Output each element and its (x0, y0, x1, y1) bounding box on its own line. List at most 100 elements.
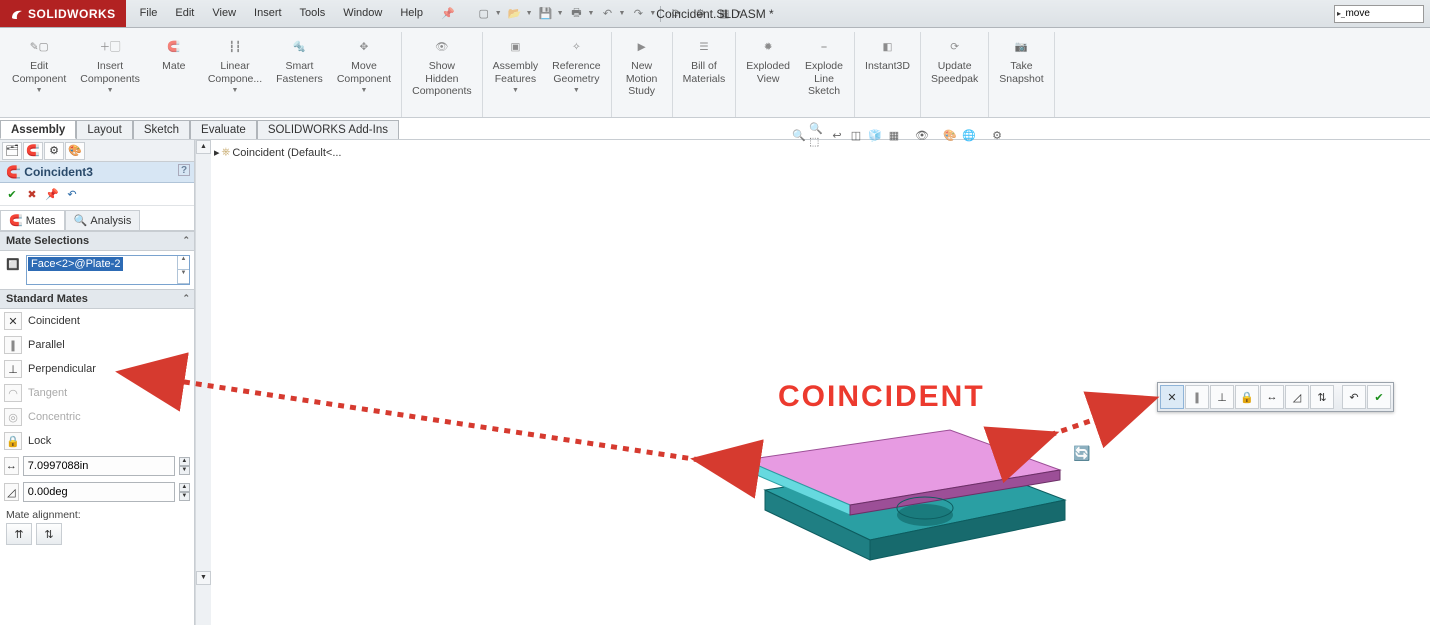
angle-row: ◿ ▲▼ (0, 479, 194, 505)
hide-show-icon[interactable]: 👁 (913, 126, 931, 144)
ok-icon[interactable]: ✔ (4, 186, 20, 202)
take-snapshot-button[interactable]: 📷Take Snapshot (995, 34, 1047, 115)
standard-mates-list: ✕Coincident ∥Parallel ⊥Perpendicular ◠Ta… (0, 309, 194, 453)
appearance-icon[interactable]: 🎨 (941, 126, 959, 144)
mate-tangent[interactable]: ◠Tangent (0, 381, 194, 405)
ctx-flip-icon[interactable]: ⇅ (1310, 385, 1334, 409)
command-search[interactable]: ▸_ (1334, 5, 1424, 23)
update-speedpak-button[interactable]: ⟳Update Speedpak (927, 34, 982, 115)
scroll-up-icon[interactable]: ▲ (196, 140, 211, 154)
view-settings-icon[interactable]: ⚙ (988, 126, 1006, 144)
smart-fasteners-button[interactable]: 🔩Smart Fasteners (272, 34, 327, 115)
tree-root-label[interactable]: Coincident (Default<... (232, 147, 341, 159)
align-same-icon[interactable]: ⇈ (6, 523, 32, 545)
new-motion-study-button[interactable]: ▶New Motion Study (618, 34, 666, 115)
property-manager-tab-icon[interactable]: 🧲 (23, 142, 43, 160)
mate-selection-box[interactable]: Face<2>@Plate-2 ▲▼ (26, 255, 190, 285)
angle-down-icon[interactable]: ▼ (179, 492, 190, 501)
menu-tools[interactable]: Tools (292, 3, 334, 24)
view-orientation-icon[interactable]: 🧊 (866, 126, 884, 144)
menu-view[interactable]: View (204, 3, 244, 24)
scene-icon[interactable]: 🌐 (960, 126, 978, 144)
insert-components-button[interactable]: ＋▢Insert Components▼ (76, 34, 144, 115)
tab-assembly[interactable]: Assembly (0, 120, 76, 139)
distance-down-icon[interactable]: ▼ (179, 466, 190, 475)
exploded-view-button[interactable]: ✹Exploded View (742, 34, 794, 115)
menu-file[interactable]: File (132, 3, 166, 24)
print-icon[interactable]: 🖶 (566, 4, 588, 24)
open-icon[interactable]: 📂 (504, 4, 526, 24)
mate-coincident[interactable]: ✕Coincident (0, 309, 194, 333)
undo-mate-icon[interactable]: ↶ (64, 186, 80, 202)
move-component-button[interactable]: ✥Move Component▼ (333, 34, 395, 115)
mate-lock[interactable]: 🔒Lock (0, 429, 194, 453)
display-style-icon[interactable]: ▦ (885, 126, 903, 144)
pm-action-row: ✔ ✖ 📌 ↶ (0, 183, 194, 206)
ctx-perpendicular-icon[interactable]: ⊥ (1210, 385, 1234, 409)
bom-button[interactable]: ☰Bill of Materials (679, 34, 730, 115)
menu-bar: File Edit View Insert Tools Window Help … (132, 3, 463, 24)
tab-evaluate[interactable]: Evaluate (190, 120, 257, 139)
tab-layout[interactable]: Layout (76, 120, 133, 139)
ctx-ok-icon[interactable]: ✔ (1367, 385, 1391, 409)
ctx-parallel-icon[interactable]: ∥ (1185, 385, 1209, 409)
panel-scrollbar[interactable]: ▲ ▼ (195, 140, 211, 625)
menu-edit[interactable]: Edit (167, 3, 202, 24)
zoom-fit-icon[interactable]: 🔍 (790, 126, 808, 144)
help-icon[interactable]: ? (178, 164, 190, 176)
undo-icon[interactable]: ↶ (596, 4, 618, 24)
selection-item[interactable]: Face<2>@Plate-2 (28, 257, 123, 271)
new-icon[interactable]: ▢ (473, 4, 495, 24)
linear-component-button[interactable]: ┇┇Linear Compone...▼ (204, 34, 266, 115)
entity-filter-icon[interactable]: 🔲 (4, 255, 22, 273)
angle-input[interactable] (23, 482, 175, 502)
menu-help[interactable]: Help (392, 3, 431, 24)
explode-line-sketch-button[interactable]: ⎯Explode Line Sketch (800, 34, 848, 115)
model-viewport[interactable] (735, 420, 1085, 570)
ctx-angle-icon[interactable]: ◿ (1285, 385, 1309, 409)
ctx-coincident-icon[interactable]: ✕ (1160, 385, 1184, 409)
section-view-icon[interactable]: ◫ (847, 126, 865, 144)
section-mate-selections[interactable]: Mate Selections⌃ (0, 231, 194, 251)
assembly-features-button[interactable]: ▣Assembly Features▼ (489, 34, 543, 115)
reference-geometry-button[interactable]: ✧Reference Geometry▼ (548, 34, 604, 115)
scroll-down-icon[interactable]: ▼ (196, 571, 211, 585)
angle-up-icon[interactable]: ▲ (179, 483, 190, 492)
mate-concentric[interactable]: ◎Concentric (0, 405, 194, 429)
sel-down-icon[interactable]: ▼ (178, 270, 189, 284)
instant3d-button[interactable]: ◧Instant3D (861, 34, 914, 115)
tab-sketch[interactable]: Sketch (133, 120, 190, 139)
tab-addins[interactable]: SOLIDWORKS Add-Ins (257, 120, 399, 139)
redo-icon[interactable]: ↷ (627, 4, 649, 24)
mate-perpendicular[interactable]: ⊥Perpendicular (0, 357, 194, 381)
command-search-input[interactable] (1345, 8, 1405, 19)
distance-input[interactable] (23, 456, 175, 476)
ctx-lock-icon[interactable]: 🔒 (1235, 385, 1259, 409)
pushpin-icon[interactable]: 📌 (44, 186, 60, 202)
prev-view-icon[interactable]: ↩ (828, 126, 846, 144)
zoom-area-icon[interactable]: 🔍⬚ (809, 126, 827, 144)
section-standard-mates[interactable]: Standard Mates⌃ (0, 289, 194, 309)
subtab-analysis[interactable]: 🔍Analysis (65, 210, 141, 230)
show-hidden-button[interactable]: 👁Show Hidden Components (408, 34, 476, 115)
expand-icon[interactable]: ▸ (214, 146, 220, 159)
ctx-undo-icon[interactable]: ↶ (1342, 385, 1366, 409)
cancel-icon[interactable]: ✖ (24, 186, 40, 202)
mate-parallel[interactable]: ∥Parallel (0, 333, 194, 357)
flyout-feature-tree[interactable]: ▸ ⎈ Coincident (Default<... (214, 146, 341, 159)
display-manager-tab-icon[interactable]: 🎨 (65, 142, 85, 160)
config-manager-tab-icon[interactable]: ⚙ (44, 142, 64, 160)
pin-icon[interactable]: 📌 (433, 3, 463, 24)
subtab-mates[interactable]: 🧲Mates (0, 210, 65, 230)
ctx-distance-icon[interactable]: ↔ (1260, 385, 1284, 409)
menu-window[interactable]: Window (335, 3, 390, 24)
panel-tab-row: 🗂 🧲 ⚙ 🎨 (0, 140, 194, 162)
align-anti-icon[interactable]: ⇅ (36, 523, 62, 545)
save-icon[interactable]: 💾 (535, 4, 557, 24)
distance-up-icon[interactable]: ▲ (179, 457, 190, 466)
mate-button[interactable]: 🧲Mate (150, 34, 198, 115)
sel-up-icon[interactable]: ▲ (178, 256, 189, 270)
feature-tree-tab-icon[interactable]: 🗂 (2, 142, 22, 160)
menu-insert[interactable]: Insert (246, 3, 290, 24)
edit-component-button[interactable]: ✎▢Edit Component▼ (8, 34, 70, 115)
